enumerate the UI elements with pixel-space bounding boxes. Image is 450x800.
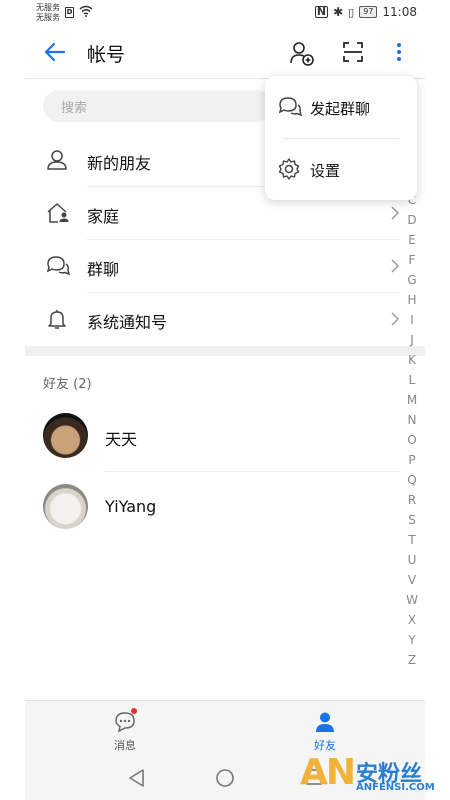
tab-label: 消息: [114, 739, 136, 752]
alphabet-letter[interactable]: V: [405, 570, 419, 590]
watermark-logo: AN 安粉丝 ANFENSI.COM: [300, 752, 450, 800]
menu-item-label: 群聊: [87, 260, 120, 279]
alphabet-letter[interactable]: X: [405, 610, 419, 630]
bottom-tab-bar: 消息 好友: [25, 700, 425, 756]
alphabet-letter[interactable]: E: [405, 230, 419, 250]
alphabet-letter[interactable]: Y: [405, 630, 419, 650]
alphabet-index[interactable]: CDEFGHIJKLMNOPQRSTUVWXYZ: [405, 190, 419, 670]
tab-messages[interactable]: 消息: [25, 701, 225, 757]
alphabet-letter[interactable]: P: [405, 450, 419, 470]
vibrate-icon: ▯: [348, 5, 355, 19]
scan-icon[interactable]: [341, 40, 365, 64]
avatar: [43, 413, 88, 458]
popup-item-label: 发起群聊: [310, 100, 371, 118]
friend-name: YiYang: [105, 497, 157, 516]
contacts-screen: 无服务 无服务 D N ✱ ▯ 97 11:08 帐号 搜索 新的朋友 家庭 群…: [25, 0, 425, 800]
menu-item-system-notifications[interactable]: 系统通知号: [25, 293, 425, 346]
friends-section-title: 好友 (2): [43, 377, 92, 392]
friend-row[interactable]: YiYang: [25, 473, 425, 543]
watermark-en: ANFENSI.COM: [356, 782, 435, 793]
nav-back-icon[interactable]: [127, 768, 145, 788]
status-bar: 无服务 无服务 D N ✱ ▯ 97 11:08: [25, 0, 425, 28]
page-title: 帐号: [87, 44, 126, 66]
tab-friends[interactable]: 好友: [225, 701, 425, 757]
add-contact-icon[interactable]: [289, 40, 315, 66]
person-filled-icon: [316, 712, 334, 732]
row-divider: [105, 471, 400, 472]
friend-row[interactable]: 天天: [25, 402, 425, 472]
alphabet-letter[interactable]: J: [405, 330, 419, 350]
tab-label: 好友: [314, 739, 336, 752]
carrier-text: 无服务 无服务: [36, 3, 60, 23]
popup-item-settings[interactable]: 设置: [265, 140, 417, 198]
alphabet-letter[interactable]: F: [405, 250, 419, 270]
alphabet-letter[interactable]: Z: [405, 650, 419, 670]
chat-bubbles-icon: [278, 97, 303, 117]
carrier-line-1: 无服务: [36, 3, 60, 12]
nfc-icon: N: [314, 5, 329, 18]
nav-home-icon[interactable]: [215, 768, 235, 788]
more-options-icon[interactable]: [393, 40, 405, 64]
menu-item-label: 新的朋友: [87, 154, 152, 173]
section-separator: [25, 346, 425, 356]
alphabet-letter[interactable]: R: [405, 490, 419, 510]
search-placeholder: 搜索: [61, 101, 88, 116]
person-icon: [47, 150, 67, 170]
alphabet-letter[interactable]: T: [405, 530, 419, 550]
bell-icon: [48, 310, 66, 329]
watermark-an: AN: [300, 752, 356, 793]
alphabet-letter[interactable]: U: [405, 550, 419, 570]
carrier-line-2: 无服务: [36, 13, 60, 22]
bluetooth-icon: ✱: [333, 5, 344, 19]
friend-name: 天天: [105, 430, 138, 449]
sim-icon: D: [65, 7, 74, 18]
alphabet-letter[interactable]: H: [405, 290, 419, 310]
battery-indicator: 97: [359, 6, 378, 18]
app-header: 帐号: [25, 28, 425, 78]
chevron-right-icon: [391, 312, 399, 326]
clock: 11:08: [382, 5, 417, 19]
avatar: [43, 484, 88, 529]
alphabet-letter[interactable]: D: [405, 210, 419, 230]
unread-badge: [131, 708, 137, 714]
back-arrow-icon[interactable]: [43, 40, 67, 64]
alphabet-letter[interactable]: M: [405, 390, 419, 410]
alphabet-letter[interactable]: Q: [405, 470, 419, 490]
menu-item-label: 系统通知号: [87, 313, 168, 332]
alphabet-letter[interactable]: S: [405, 510, 419, 530]
popup-divider: [283, 138, 399, 139]
home-icon: [47, 203, 69, 223]
gear-icon: [278, 158, 300, 180]
alphabet-letter[interactable]: N: [405, 410, 419, 430]
status-right: N ✱ ▯ 97 11:08: [314, 5, 417, 19]
alphabet-letter[interactable]: L: [405, 370, 419, 390]
alphabet-letter[interactable]: I: [405, 310, 419, 330]
overflow-popup-menu: 发起群聊 设置: [265, 76, 417, 200]
popup-item-start-group-chat[interactable]: 发起群聊: [265, 78, 417, 136]
wifi-icon: [79, 5, 93, 17]
menu-item-group-chat[interactable]: 群聊: [25, 240, 425, 293]
chevron-right-icon: [391, 259, 399, 273]
alphabet-letter[interactable]: O: [405, 430, 419, 450]
alphabet-letter[interactable]: W: [405, 590, 419, 610]
chat-bubbles-icon: [46, 256, 71, 276]
chevron-right-icon: [391, 206, 399, 220]
alphabet-letter[interactable]: K: [405, 350, 419, 370]
menu-item-label: 家庭: [87, 207, 120, 226]
search-input[interactable]: 搜索: [43, 90, 273, 122]
popup-item-label: 设置: [310, 162, 341, 180]
alphabet-letter[interactable]: G: [405, 270, 419, 290]
